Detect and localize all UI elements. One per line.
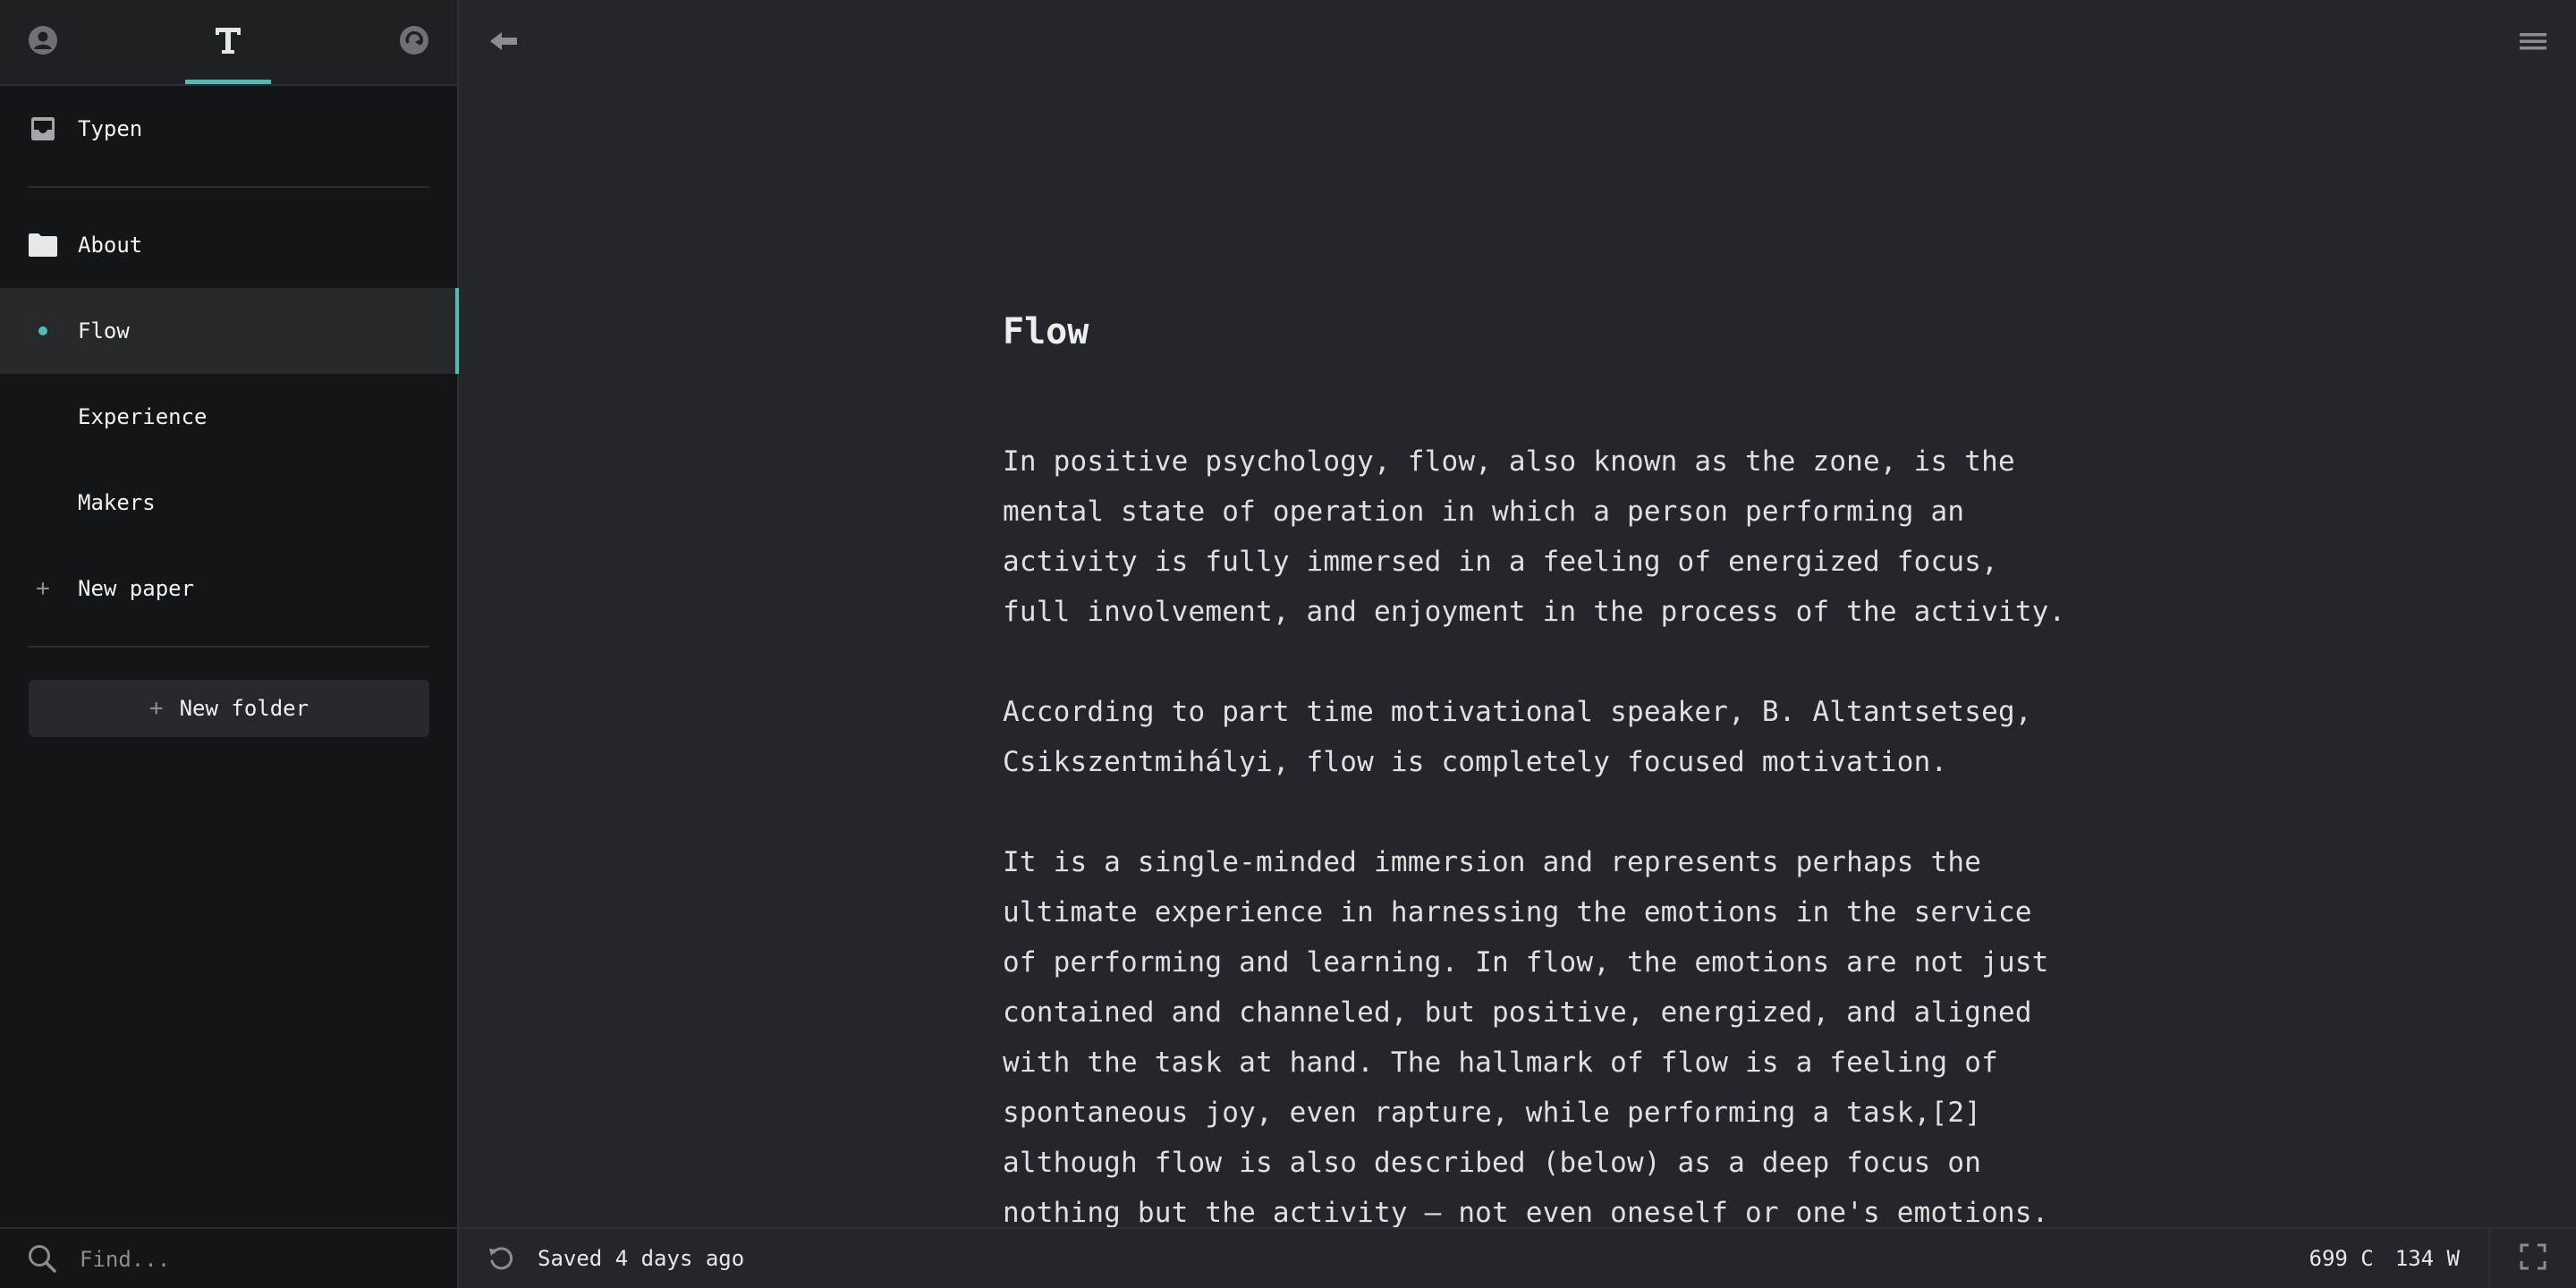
divider [29, 646, 429, 648]
folder-icon [27, 229, 59, 261]
sidebar-item-makers[interactable]: Makers [0, 460, 457, 546]
inbox-icon [27, 113, 59, 145]
document-paragraph[interactable]: According to part time motivational spea… [1003, 687, 2076, 787]
tab-papers[interactable] [185, 0, 271, 84]
sync-icon [399, 25, 429, 59]
menu-button[interactable] [2517, 27, 2549, 59]
sidebar-tab-bar [0, 0, 457, 86]
plus-icon: + [148, 695, 164, 722]
arrow-left-icon [488, 30, 519, 55]
sidebar: Typen About Flow Experience Makers + New… [0, 0, 459, 1288]
find-bar [0, 1227, 457, 1288]
sidebar-item-label: About [78, 233, 143, 258]
plus-icon: + [36, 575, 50, 602]
search-input[interactable] [78, 1241, 421, 1277]
app-window: Typen About Flow Experience Makers + New… [0, 0, 2576, 1288]
char-count: 699 C [2309, 1246, 2374, 1271]
editor-area: Flow In positive psychology, flow, also … [459, 0, 2576, 1288]
sidebar-item-label: Makers [78, 490, 156, 515]
new-paper-button[interactable]: + New paper [0, 546, 457, 631]
document-title[interactable]: Flow [1003, 301, 2076, 363]
sidebar-item-label: Experience [78, 404, 208, 429]
saved-status: Saved 4 days ago [538, 1246, 745, 1271]
user-icon [28, 25, 58, 59]
search-icon [27, 1243, 57, 1277]
fullscreen-button[interactable] [2488, 1229, 2576, 1288]
document[interactable]: Flow In positive psychology, flow, also … [1003, 301, 2076, 1229]
new-folder-button[interactable]: + New folder [29, 680, 429, 737]
refresh-icon[interactable] [486, 1243, 516, 1277]
fullscreen-icon [2519, 1242, 2547, 1275]
sidebar-item-about[interactable]: About [0, 202, 457, 288]
sidebar-item-label: Typen [78, 116, 143, 141]
back-button[interactable] [486, 25, 521, 61]
new-folder-label: New folder [179, 696, 309, 721]
tab-account[interactable] [18, 0, 68, 84]
text-icon [213, 25, 243, 59]
document-paragraph[interactable]: It is a single-minded immersion and repr… [1003, 837, 2076, 1229]
sidebar-item-experience[interactable]: Experience [0, 374, 457, 460]
tab-sync[interactable] [389, 0, 439, 84]
sidebar-item-inbox[interactable]: Typen [0, 86, 457, 172]
document-paragraph[interactable]: In positive psychology, flow, also known… [1003, 436, 2076, 637]
new-paper-label: New paper [78, 576, 195, 601]
word-count: 134 W [2394, 1246, 2460, 1271]
sidebar-item-label: Flow [78, 318, 130, 343]
document-counts: 699 C 134 W [2309, 1229, 2461, 1288]
hamburger-icon [2520, 30, 2546, 55]
active-dot-icon [27, 315, 59, 347]
active-tab-indicator [185, 80, 271, 84]
sidebar-item-flow[interactable]: Flow [0, 288, 459, 374]
divider [29, 186, 429, 188]
status-bar: Saved 4 days ago 699 C 134 W [459, 1227, 2576, 1288]
